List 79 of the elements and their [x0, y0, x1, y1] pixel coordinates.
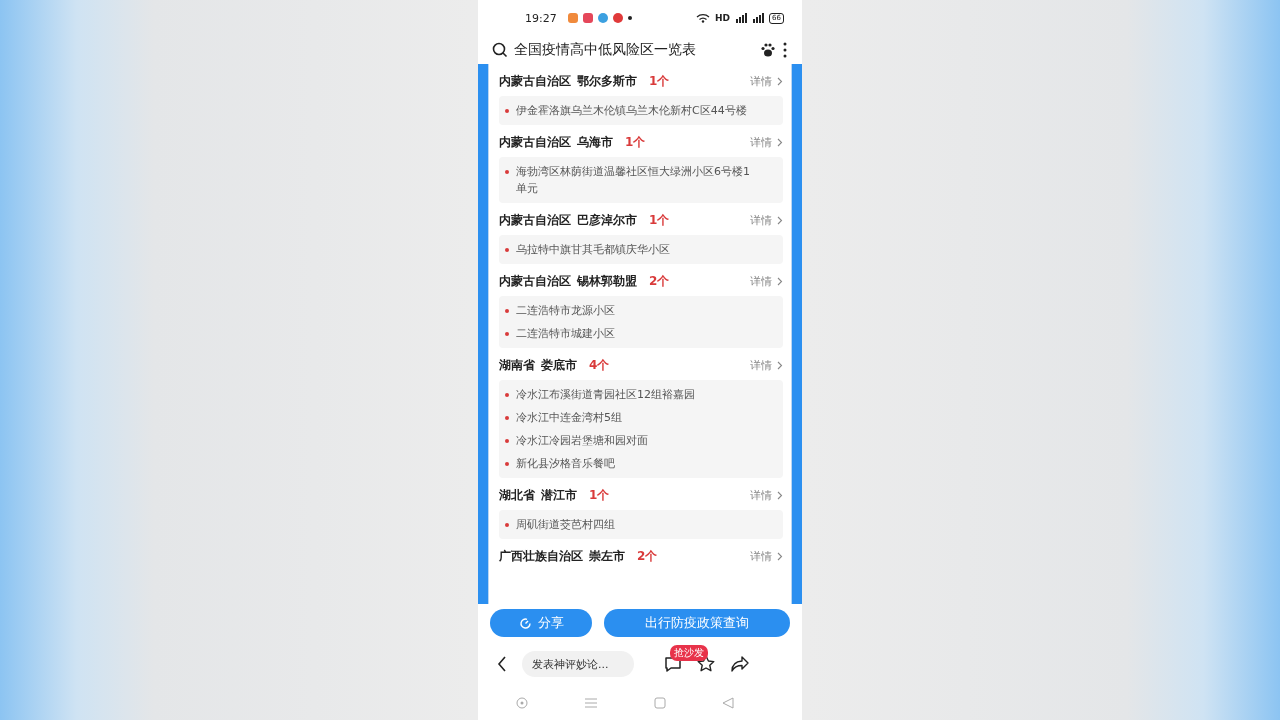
city-name: 巴彦淖尔市 — [577, 211, 637, 229]
network-type: HD — [715, 13, 731, 23]
status-time: 19:27 — [525, 11, 557, 25]
assistant-icon[interactable] — [516, 697, 528, 709]
bullet-icon — [505, 170, 509, 174]
paw-icon[interactable] — [760, 42, 776, 58]
province-name: 湖北省 — [499, 486, 535, 504]
more-notifications-icon — [627, 16, 632, 20]
area-address: 二连浩特市龙源小区 — [516, 303, 615, 319]
back-icon[interactable] — [496, 655, 508, 673]
share-icon[interactable] — [518, 616, 532, 630]
city-name: 鄂尔多斯市 — [577, 72, 637, 90]
bullet-icon — [505, 248, 509, 252]
chevron-right-icon[interactable] — [777, 215, 783, 225]
city-name: 锡林郭勒盟 — [577, 272, 637, 290]
comment-badge: 抢沙发 — [670, 645, 708, 661]
app-notification-icon — [567, 13, 578, 23]
bullet-icon — [505, 309, 509, 313]
area-count: 4个 — [589, 356, 610, 374]
area-address: 冷水江中连金湾村5组 — [516, 410, 622, 426]
bullet-icon — [505, 109, 509, 113]
chevron-right-icon[interactable] — [777, 360, 783, 370]
details-link[interactable]: 详情 — [750, 73, 783, 89]
bullet-icon — [505, 462, 509, 466]
province-name: 内蒙古自治区 — [499, 211, 571, 229]
city-name: 娄底市 — [541, 356, 577, 374]
bullet-icon — [505, 523, 509, 527]
signal-icon — [752, 13, 765, 23]
area-count: 1个 — [649, 72, 670, 90]
details-link[interactable]: 详情 — [750, 357, 783, 373]
app-notification-icon — [582, 13, 593, 23]
policy-search-button[interactable]: 出行防疫政策查询 — [604, 609, 790, 637]
bullet-icon — [505, 416, 509, 420]
chevron-right-icon[interactable] — [777, 551, 783, 561]
back-triangle-icon[interactable] — [722, 697, 734, 709]
area-count: 2个 — [637, 547, 658, 565]
area-address: 冷水江冷园岩堡塘和园对面 — [516, 433, 648, 449]
area-address: 二连浩特市城建小区 — [516, 326, 615, 342]
search-icon[interactable] — [492, 42, 508, 58]
chevron-right-icon[interactable] — [777, 276, 783, 286]
bullet-icon — [505, 393, 509, 397]
bullet-icon — [505, 332, 509, 336]
area-address: 冷水江布溪街道青园社区12组裕嘉园 — [516, 387, 695, 403]
app-notification-icon — [612, 13, 623, 23]
share-button[interactable]: 分享 — [490, 609, 592, 637]
province-name: 湖南省 — [499, 356, 535, 374]
bullet-icon — [505, 439, 509, 443]
province-name: 内蒙古自治区 — [499, 72, 571, 90]
area-count: 1个 — [625, 133, 646, 151]
share-arrow-icon[interactable] — [730, 655, 750, 673]
area-address: 周矶街道茭芭村四组 — [516, 517, 615, 533]
area-count: 1个 — [649, 211, 670, 229]
details-link[interactable]: 详情 — [750, 487, 783, 503]
wifi-icon — [696, 13, 711, 23]
details-link[interactable]: 详情 — [750, 548, 783, 564]
comment-field[interactable]: 发表神评妙论... — [522, 651, 634, 677]
app-notification-icon — [597, 13, 608, 23]
area-count: 2个 — [649, 272, 670, 290]
province-name: 广西壮族自治区 — [499, 547, 583, 565]
chevron-right-icon[interactable] — [777, 490, 783, 500]
home-icon[interactable] — [654, 697, 666, 709]
details-link[interactable]: 详情 — [750, 273, 783, 289]
province-name: 内蒙古自治区 — [499, 272, 571, 290]
area-address: 乌拉特中旗甘其毛都镇庆华小区 — [516, 242, 670, 258]
province-name: 内蒙古自治区 — [499, 133, 571, 151]
city-name: 乌海市 — [577, 133, 613, 151]
area-address: 新化县汐格音乐餐吧 — [516, 456, 615, 472]
details-link[interactable]: 详情 — [750, 212, 783, 228]
more-menu-icon[interactable] — [782, 42, 788, 58]
city-name: 潜江市 — [541, 486, 577, 504]
details-link[interactable]: 详情 — [750, 134, 783, 150]
search-query[interactable]: 全国疫情高中低风险区一览表 — [514, 41, 754, 59]
area-count: 1个 — [589, 486, 610, 504]
chevron-right-icon[interactable] — [777, 137, 783, 147]
chevron-right-icon[interactable] — [777, 76, 783, 86]
area-address: 海勃湾区林荫街道温馨社区恒大绿洲小区6号楼1单元 — [516, 164, 751, 197]
city-name: 崇左市 — [589, 547, 625, 565]
signal-icon — [735, 13, 748, 23]
area-address: 伊金霍洛旗乌兰木伦镇乌兰木伦新村C区44号楼 — [516, 103, 747, 119]
